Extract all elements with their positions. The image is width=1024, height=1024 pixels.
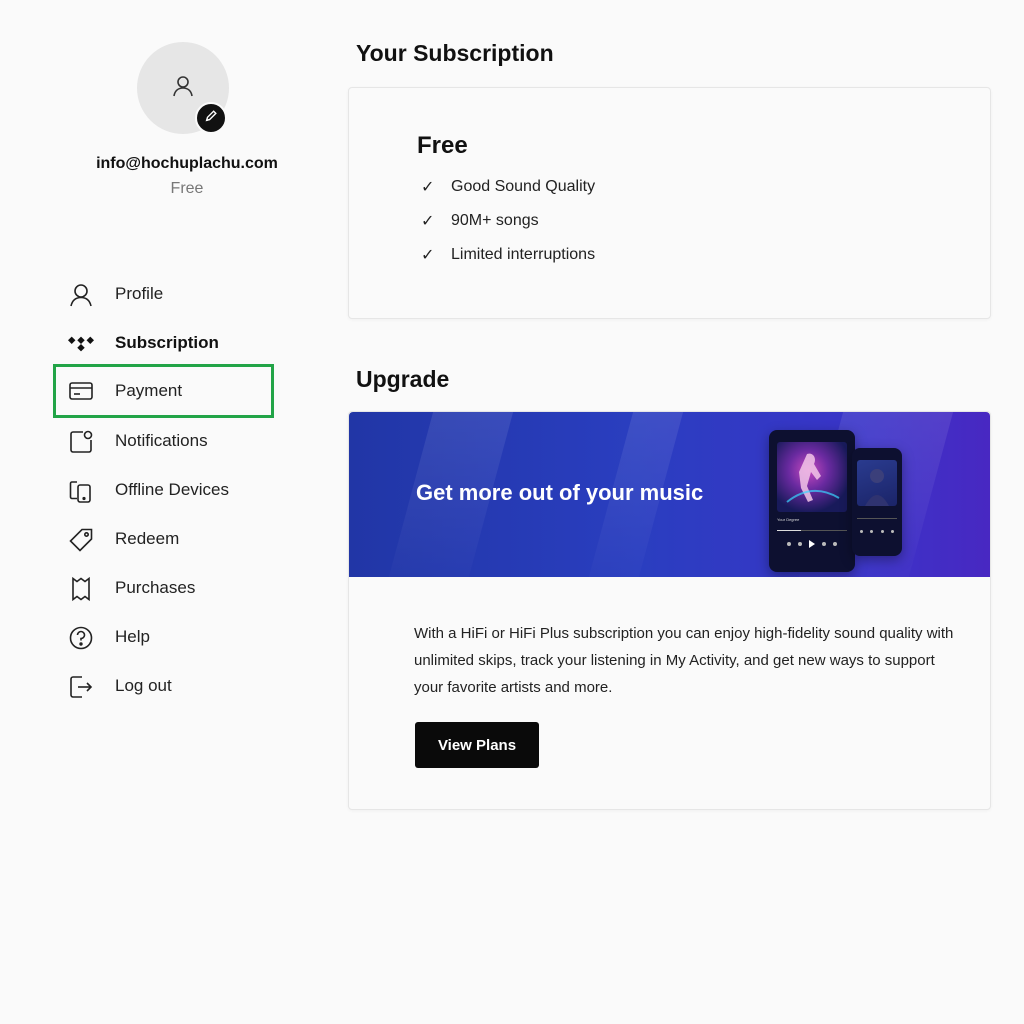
devices-icon bbox=[68, 478, 94, 504]
phone-mockup: Your Degree bbox=[769, 430, 855, 572]
sidebar-item-label: Profile bbox=[115, 284, 164, 303]
upgrade-card: Get more out of your music Your Degree W… bbox=[348, 411, 991, 810]
sidebar-item-label: Redeem bbox=[115, 529, 180, 548]
pencil-icon bbox=[204, 109, 218, 128]
sidebar-item-label: Subscription bbox=[115, 333, 219, 352]
sidebar-item-label: Notifications bbox=[115, 431, 208, 450]
sidebar-item-subscription[interactable]: Subscription bbox=[60, 323, 270, 363]
view-plans-button[interactable]: View Plans bbox=[415, 722, 539, 768]
logout-icon bbox=[68, 674, 94, 700]
sidebar-item-purchases[interactable]: Purchases bbox=[60, 568, 270, 608]
sidebar-item-notifications[interactable]: Notifications bbox=[60, 421, 270, 461]
account-email: info@hochuplachu.com bbox=[96, 155, 278, 172]
sidebar-item-profile[interactable]: Profile bbox=[60, 274, 270, 314]
album-art bbox=[857, 460, 897, 506]
sidebar-item-help[interactable]: Help bbox=[60, 617, 270, 657]
help-icon bbox=[68, 625, 94, 651]
sidebar-item-payment[interactable]: Payment bbox=[53, 364, 274, 418]
edit-avatar-button[interactable] bbox=[195, 102, 227, 134]
user-icon bbox=[171, 74, 195, 103]
check-icon: ✓ bbox=[421, 247, 435, 264]
feature-label: Limited interruptions bbox=[451, 246, 596, 263]
banner-headline: Get more out of your music bbox=[416, 480, 704, 505]
upgrade-banner: Get more out of your music Your Degree bbox=[349, 412, 990, 577]
feature-item: ✓ Good Sound Quality bbox=[421, 177, 595, 197]
plan-name: Free bbox=[417, 132, 468, 159]
sidebar-item-label: Log out bbox=[115, 676, 172, 695]
sidebar-item-redeem[interactable]: Redeem bbox=[60, 519, 270, 559]
credit-card-icon bbox=[68, 378, 94, 404]
section-title-subscription: Your Subscription bbox=[356, 40, 554, 66]
check-icon: ✓ bbox=[421, 213, 435, 230]
sidebar-item-label: Help bbox=[115, 627, 150, 646]
phone-controls bbox=[787, 540, 837, 548]
phone-track-title: Your Degree bbox=[777, 517, 800, 522]
tag-icon bbox=[68, 527, 94, 553]
album-art bbox=[777, 442, 847, 512]
section-title-upgrade: Upgrade bbox=[356, 366, 450, 392]
account-plan: Free bbox=[170, 180, 204, 197]
sidebar-item-label: Purchases bbox=[115, 578, 196, 597]
feature-item: ✓ Limited interruptions bbox=[421, 245, 595, 265]
receipt-icon bbox=[68, 576, 94, 602]
feature-item: ✓ 90M+ songs bbox=[421, 211, 539, 231]
notification-icon bbox=[68, 429, 94, 455]
tidal-logo-icon bbox=[68, 331, 94, 357]
feature-label: 90M+ songs bbox=[451, 212, 539, 229]
sidebar-item-label: Offline Devices bbox=[115, 480, 230, 499]
feature-label: Good Sound Quality bbox=[451, 178, 596, 195]
upgrade-description: With a HiFi or HiFi Plus subscription yo… bbox=[414, 625, 954, 696]
sidebar-item-label: Payment bbox=[115, 381, 183, 400]
subscription-card: Free ✓ Good Sound Quality ✓ 90M+ songs ✓… bbox=[348, 87, 991, 319]
sidebar-item-log-out[interactable]: Log out bbox=[60, 666, 270, 706]
check-icon: ✓ bbox=[421, 179, 435, 196]
sidebar-item-offline-devices[interactable]: Offline Devices bbox=[60, 470, 270, 510]
phone-mockup-secondary bbox=[852, 448, 902, 556]
user-icon bbox=[68, 282, 94, 308]
